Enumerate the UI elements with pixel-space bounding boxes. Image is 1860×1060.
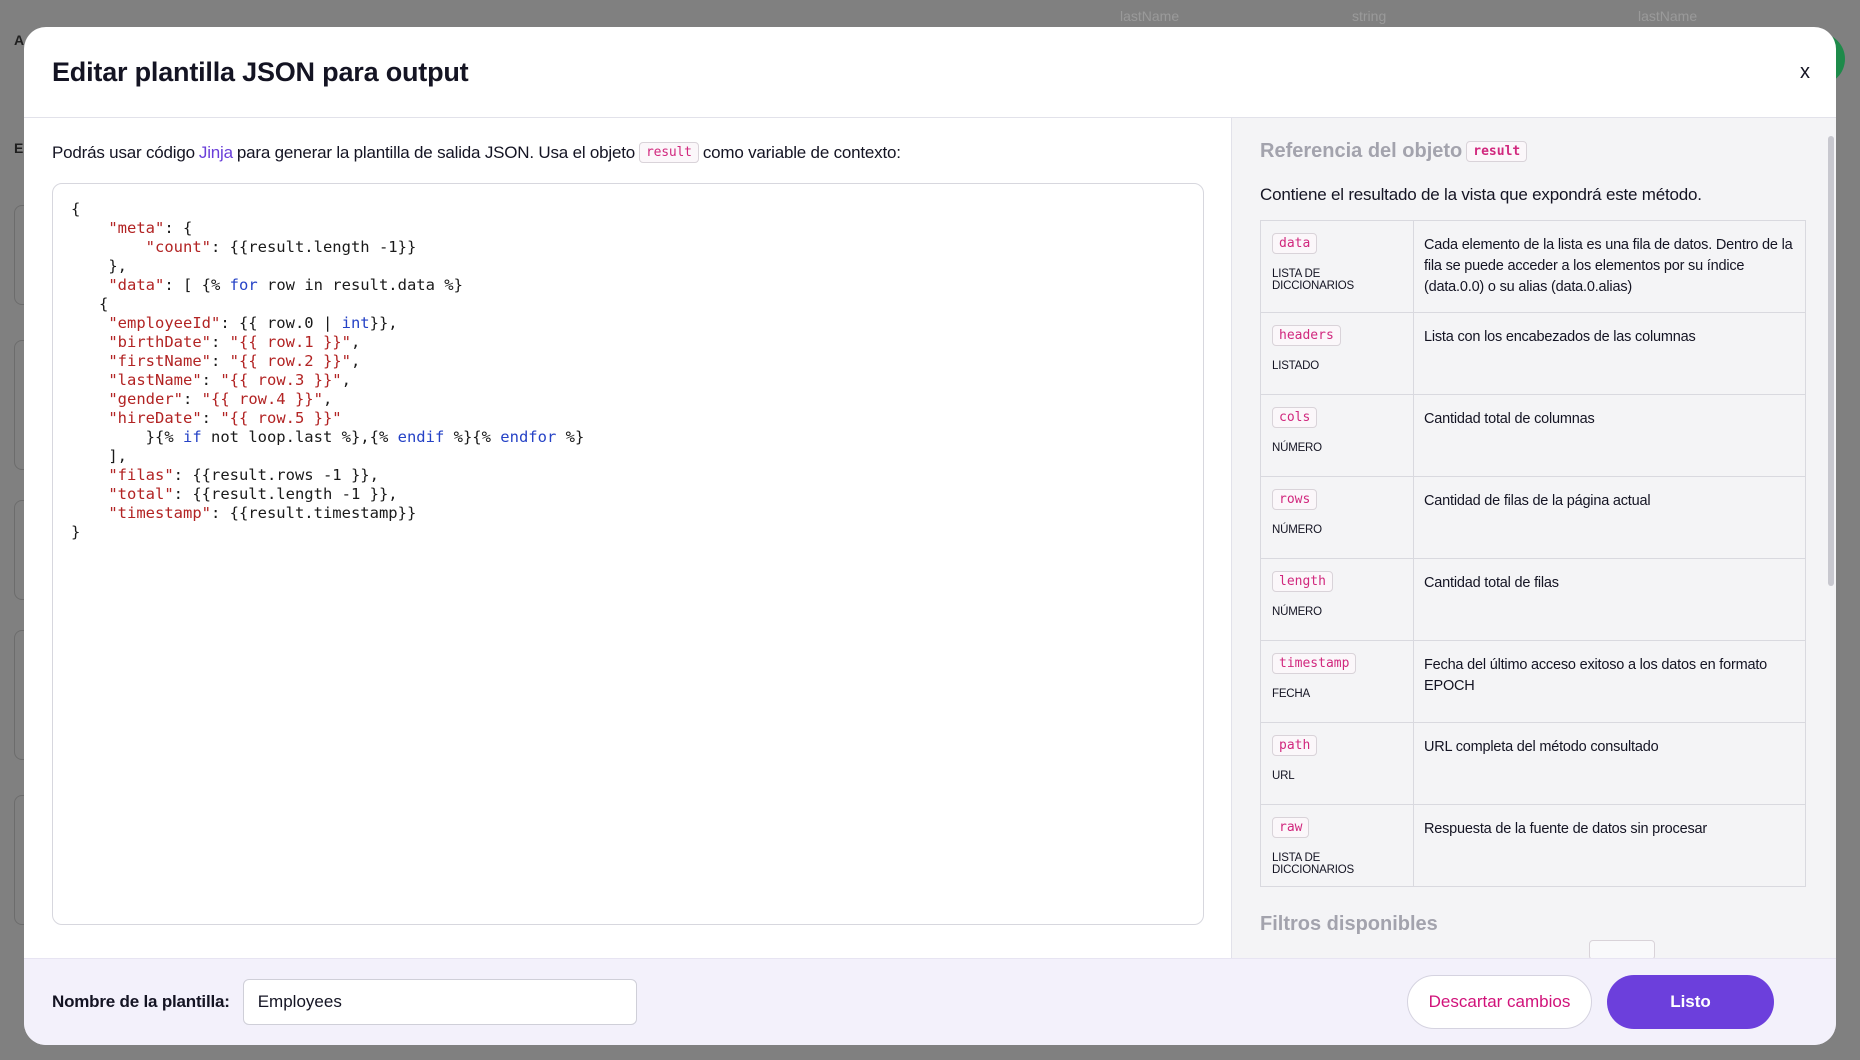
property-description: Cada elemento de la lista es una fila de… (1413, 220, 1806, 313)
reference-row: rows NÚMERO Cantidad de filas de la página… (1260, 476, 1806, 559)
bg-column-header: lastName (1638, 8, 1698, 24)
reference-title: Referencia del objeto result (1260, 140, 1808, 163)
code-line: "firstName": "{{ row.2 }}", (108, 352, 361, 370)
reference-name-cell: headers LISTADO (1260, 312, 1414, 395)
bg-column-header: lastName (1120, 8, 1180, 24)
reference-row: raw LISTA DE DICCIONARIOS Respuesta de la … (1260, 804, 1806, 887)
code-line: "meta": { (108, 219, 193, 237)
code-line: "timestamp": {{result.timestamp}} (108, 504, 417, 522)
code-line: "birthDate": "{{ row.1 }}", (108, 333, 361, 351)
code-line: }, (71, 257, 127, 275)
intro-text: como variable de contexto: (702, 142, 901, 162)
template-name-input[interactable] (242, 979, 637, 1025)
property-code-tag: path (1272, 735, 1318, 756)
code-line: "total": {{result.length -1 }}, (108, 485, 398, 503)
property-code-tag: timestamp (1272, 653, 1357, 674)
property-type: LISTA DE DICCIONARIOS (1272, 268, 1354, 292)
property-type: FECHA (1272, 688, 1310, 700)
code-line: { (71, 200, 81, 218)
template-name-label: Nombre de la plantilla: (52, 992, 230, 1011)
discard-changes-button[interactable]: Descartar cambios (1407, 975, 1592, 1029)
code-line: "data": [ {% for row in result.data %} (108, 276, 463, 294)
reference-name-cell: path URL (1260, 722, 1414, 805)
property-type: LISTA DE DICCIONARIOS (1272, 852, 1354, 876)
property-type: NÚMERO (1272, 442, 1322, 454)
intro-text: Podrás usar código (52, 142, 195, 162)
code-line: "filas": {{result.rows -1 }}, (108, 466, 379, 484)
reference-name-cell: raw LISTA DE DICCIONARIOS (1260, 804, 1414, 887)
property-code-tag: data (1272, 233, 1318, 254)
reference-row: data LISTA DE DICCIONARIOS Cada elemento d… (1260, 220, 1806, 313)
reference-title-text: Referencia del objeto (1260, 140, 1463, 162)
code-line: "employeeId": {{ row.0 | int}}, (108, 314, 398, 332)
property-code-tag: rows (1272, 489, 1318, 510)
reference-row: length NÚMERO Cantidad total de filas (1260, 558, 1806, 641)
reference-name-cell: length NÚMERO (1260, 558, 1414, 641)
reference-row: cols NÚMERO Cantidad total de columnas (1260, 394, 1806, 477)
done-button[interactable]: Listo (1607, 975, 1774, 1029)
code-line: "hireDate": "{{ row.5 }}" (108, 409, 342, 427)
close-button[interactable]: x (1800, 61, 1810, 84)
reference-name-cell: rows NÚMERO (1260, 476, 1414, 559)
property-description: Cantidad de filas de la página actual (1413, 476, 1806, 559)
editor-pane: Podrás usar código Jinja para generar la… (24, 118, 1232, 958)
modal-header: Editar plantilla JSON para output x (24, 27, 1836, 118)
reference-title-code: result (1466, 141, 1528, 162)
reference-row: headers LISTADO Lista con los encabezados … (1260, 312, 1806, 395)
reference-name-cell: timestamp FECHA (1260, 640, 1414, 723)
modal-footer: Nombre de la plantilla: Descartar cambio… (24, 958, 1836, 1045)
property-description: Lista con los encabezados de las columna… (1413, 312, 1806, 395)
result-code-tag: result (639, 142, 699, 163)
code-line: "lastName": "{{ row.3 }}", (108, 371, 351, 389)
property-code-tag: raw (1272, 817, 1310, 838)
property-type: NÚMERO (1272, 606, 1322, 618)
property-description: Respuesta de la fuente de datos sin proc… (1413, 804, 1806, 887)
reference-row: path URL URL completa del método consultad… (1260, 722, 1806, 805)
property-type: LISTADO (1272, 360, 1319, 372)
property-description: URL completa del método consultado (1413, 722, 1806, 805)
filter-code-tag (1589, 940, 1655, 958)
property-code-tag: cols (1272, 407, 1318, 428)
property-code-tag: headers (1272, 325, 1341, 346)
property-code-tag: length (1272, 571, 1333, 592)
intro-text: para generar la plantilla de salida JSON… (236, 142, 636, 162)
property-type: URL (1272, 770, 1295, 782)
reference-table: data LISTA DE DICCIONARIOS Cada elemento d… (1260, 220, 1806, 887)
modal-title: Editar plantilla JSON para output (52, 56, 469, 87)
reference-name-cell: cols NÚMERO (1260, 394, 1414, 477)
bg-column-header: string (1352, 8, 1387, 24)
code-line: { (71, 295, 109, 313)
reference-scrollbar[interactable] (1828, 136, 1834, 586)
code-line: "count": {{result.length -1}} (145, 238, 417, 256)
property-description: Cantidad total de filas (1413, 558, 1806, 641)
code-line: ], (71, 447, 127, 465)
property-description: Cantidad total de columnas (1413, 394, 1806, 477)
code-line: }{% if not loop.last %},{% endif %}{% en… (71, 428, 585, 446)
jinja-link[interactable]: Jinja (199, 143, 233, 163)
reference-name-cell: data LISTA DE DICCIONARIOS (1260, 220, 1414, 313)
code-line: "gender": "{{ row.4 }}", (108, 390, 333, 408)
bg-left-letter: E (14, 140, 24, 156)
edit-template-modal: Editar plantilla JSON para output x Podr… (24, 27, 1836, 1045)
modal-body: Podrás usar código Jinja para generar la… (24, 118, 1836, 958)
editor-intro: Podrás usar código Jinja para generar la… (52, 142, 1203, 163)
property-type: NÚMERO (1272, 524, 1322, 536)
bg-left-letter: A (14, 32, 25, 48)
code-line: } (71, 523, 81, 541)
property-description: Fecha del último acceso exitoso a los da… (1413, 640, 1806, 723)
reference-pane[interactable]: Referencia del objeto result Contiene el… (1232, 118, 1836, 958)
reference-description: Contiene el resultado de la vista que ex… (1260, 185, 1702, 204)
code-editor[interactable]: { "meta": { "count": {{result.length -1}… (52, 183, 1204, 925)
filters-title: Filtros disponibles (1260, 913, 1438, 935)
reference-row: timestamp FECHA Fecha del último acceso ex… (1260, 640, 1806, 723)
